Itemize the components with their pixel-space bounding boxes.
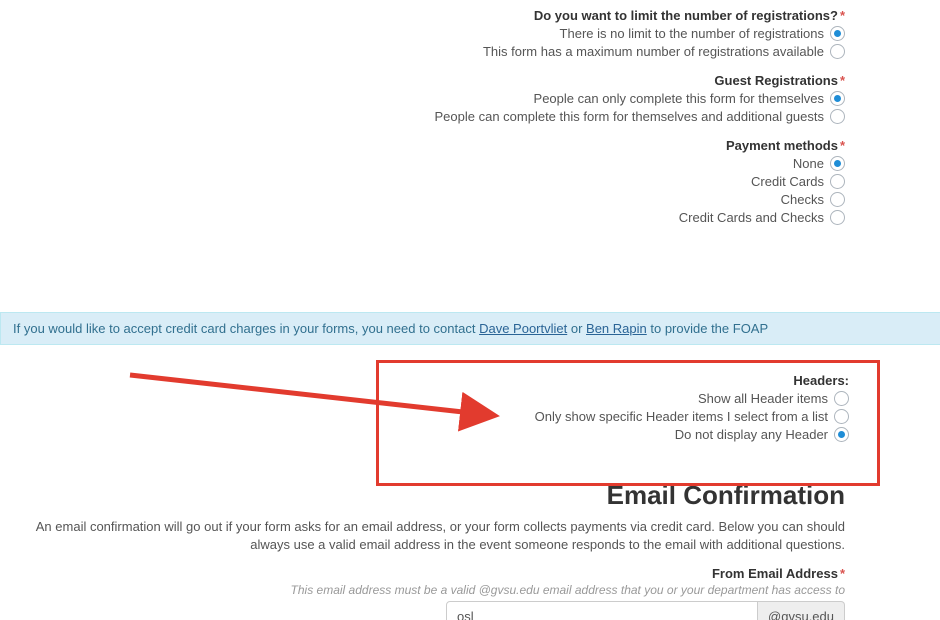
- guest-option-0[interactable]: People can only complete this form for t…: [0, 91, 845, 106]
- headers-label: Headers:: [389, 373, 849, 388]
- credit-card-info-alert: If you would like to accept credit card …: [0, 312, 940, 345]
- label-text: Payment methods: [726, 138, 838, 153]
- from-email-hint: This email address must be a valid @gvsu…: [0, 583, 845, 597]
- option-label: Checks: [781, 192, 824, 207]
- radio-icon[interactable]: [834, 409, 849, 424]
- required-indicator: *: [840, 73, 845, 88]
- from-email-label: From Email Address*: [0, 566, 845, 581]
- radio-icon[interactable]: [830, 91, 845, 106]
- email-confirmation-description: An email confirmation will go out if you…: [0, 518, 845, 554]
- limit-registrations-label: Do you want to limit the number of regis…: [0, 8, 845, 23]
- radio-icon[interactable]: [834, 391, 849, 406]
- payment-methods-group: Payment methods* None Credit Cards Check…: [0, 138, 845, 225]
- limit-registrations-group: Do you want to limit the number of regis…: [0, 8, 845, 59]
- guest-registrations-group: Guest Registrations* People can only com…: [0, 73, 845, 124]
- email-domain-addon: @gvsu.edu: [758, 601, 845, 620]
- headers-option-1[interactable]: Only show specific Header items I select…: [389, 409, 849, 424]
- option-label: People can only complete this form for t…: [534, 91, 824, 106]
- alert-text-suffix: to provide the FOAP: [647, 321, 768, 336]
- payment-option-0[interactable]: None: [0, 156, 845, 171]
- headers-highlight-box: Headers: Show all Header items Only show…: [376, 360, 880, 486]
- payment-option-3[interactable]: Credit Cards and Checks: [0, 210, 845, 225]
- alert-text-mid: or: [567, 321, 586, 336]
- label-text: From Email Address: [712, 566, 838, 581]
- radio-icon[interactable]: [830, 26, 845, 41]
- limit-option-1[interactable]: This form has a maximum number of regist…: [0, 44, 845, 59]
- payment-methods-label: Payment methods*: [0, 138, 845, 153]
- payment-option-2[interactable]: Checks: [0, 192, 845, 207]
- option-label: None: [793, 156, 824, 171]
- label-text: Guest Registrations: [714, 73, 838, 88]
- from-email-input-group: @gvsu.edu: [446, 601, 845, 620]
- contact-link-dave[interactable]: Dave Poortvliet: [479, 321, 567, 336]
- radio-icon[interactable]: [830, 210, 845, 225]
- option-label: Credit Cards: [751, 174, 824, 189]
- from-email-group: From Email Address* This email address m…: [0, 566, 845, 620]
- limit-option-0[interactable]: There is no limit to the number of regis…: [0, 26, 845, 41]
- option-label: This form has a maximum number of regist…: [483, 44, 824, 59]
- headers-option-2[interactable]: Do not display any Header: [389, 427, 849, 442]
- radio-icon[interactable]: [834, 427, 849, 442]
- required-indicator: *: [840, 138, 845, 153]
- option-label: Credit Cards and Checks: [679, 210, 824, 225]
- option-label: Only show specific Header items I select…: [535, 409, 828, 424]
- radio-icon[interactable]: [830, 156, 845, 171]
- from-email-input[interactable]: [446, 601, 758, 620]
- guest-registrations-label: Guest Registrations*: [0, 73, 845, 88]
- contact-link-ben[interactable]: Ben Rapin: [586, 321, 647, 336]
- radio-icon[interactable]: [830, 174, 845, 189]
- required-indicator: *: [840, 566, 845, 581]
- required-indicator: *: [840, 8, 845, 23]
- payment-option-1[interactable]: Credit Cards: [0, 174, 845, 189]
- radio-icon[interactable]: [830, 44, 845, 59]
- label-text: Do you want to limit the number of regis…: [534, 8, 838, 23]
- option-label: Do not display any Header: [675, 427, 828, 442]
- alert-text-prefix: If you would like to accept credit card …: [13, 321, 479, 336]
- option-label: There is no limit to the number of regis…: [560, 26, 824, 41]
- guest-option-1[interactable]: People can complete this form for themse…: [0, 109, 845, 124]
- headers-option-0[interactable]: Show all Header items: [389, 391, 849, 406]
- radio-icon[interactable]: [830, 192, 845, 207]
- radio-icon[interactable]: [830, 109, 845, 124]
- option-label: Show all Header items: [698, 391, 828, 406]
- option-label: People can complete this form for themse…: [435, 109, 825, 124]
